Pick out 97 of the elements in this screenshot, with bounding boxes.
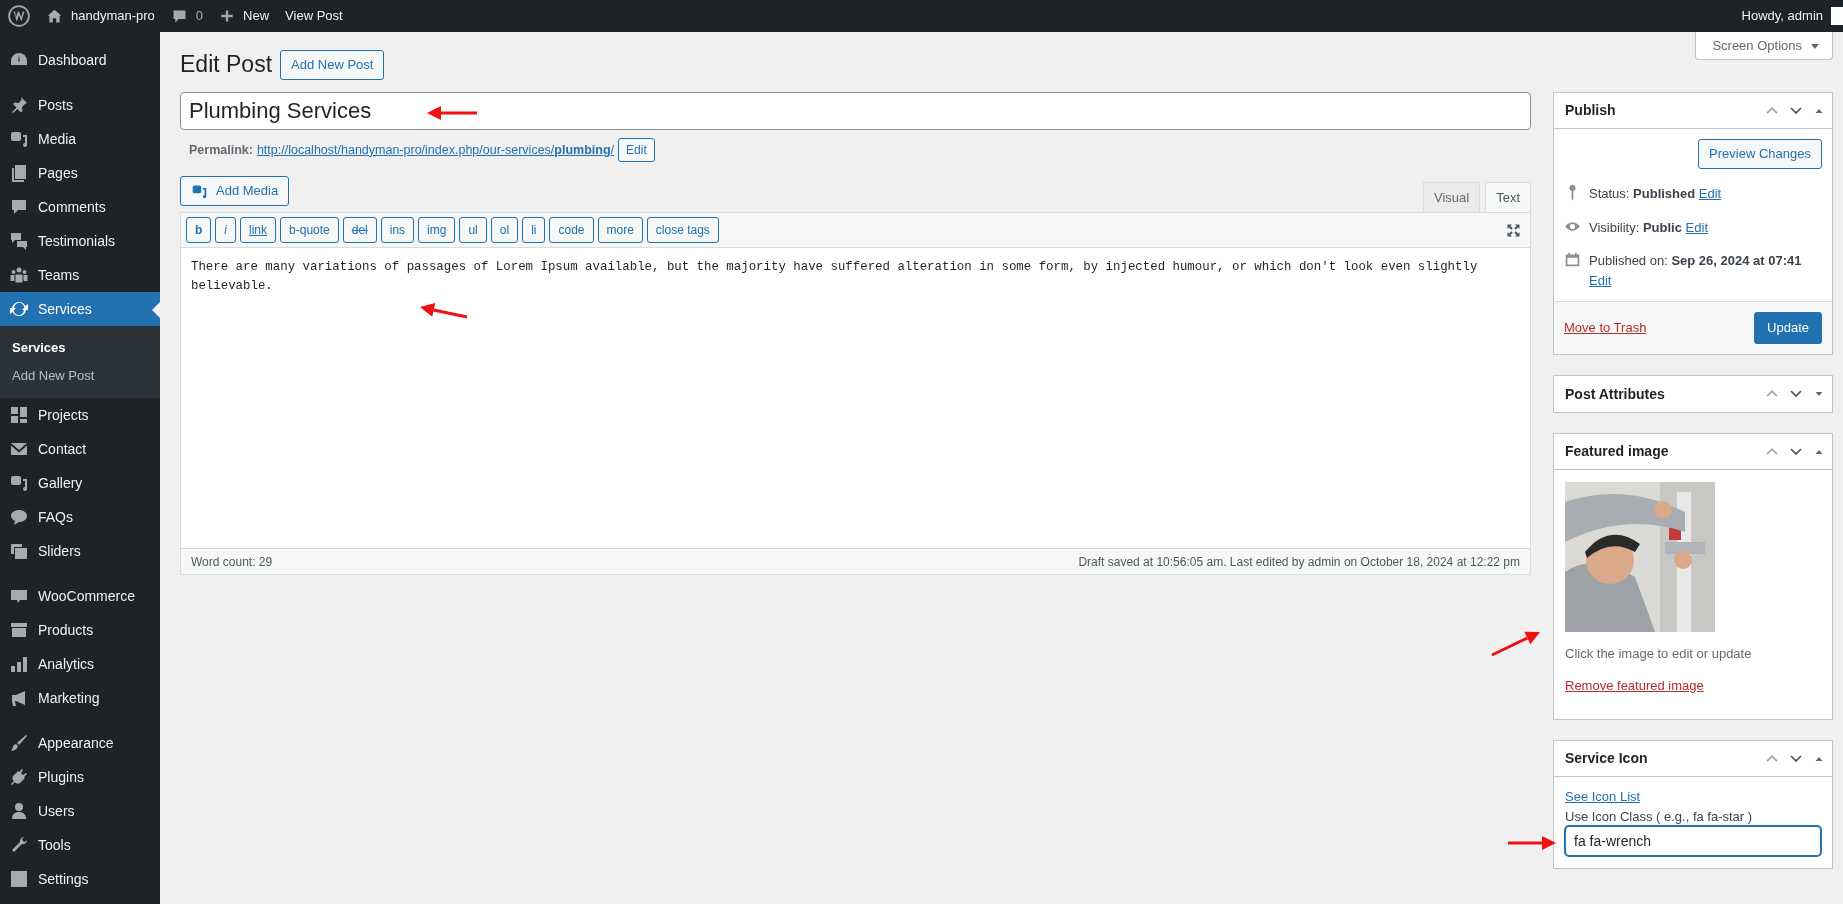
menu-item[interactable]: Settings: [0, 862, 160, 896]
home-icon: [46, 7, 63, 25]
menu-item[interactable]: Plugins: [0, 760, 160, 794]
publish-detail: Status: Published: [1589, 186, 1696, 201]
pages-icon: [9, 163, 29, 183]
menu-item[interactable]: Appearance: [0, 726, 160, 760]
word-count: Word count: 29: [191, 553, 273, 571]
menu-item[interactable]: Pages: [0, 156, 160, 190]
format-button[interactable]: more: [597, 217, 643, 243]
menu-item[interactable]: Gallery: [0, 466, 160, 500]
comment-count: 0: [195, 7, 204, 26]
box-title: Featured image: [1565, 442, 1669, 461]
annotation-arrow: [1491, 631, 1540, 657]
comment-icon: [9, 197, 29, 217]
menu-item[interactable]: Users: [0, 794, 160, 828]
edit-link[interactable]: Edit: [1685, 219, 1708, 235]
menu-item[interactable]: Analytics: [0, 647, 160, 681]
submenu-item[interactable]: Add New Post: [0, 362, 160, 390]
menu-item[interactable]: Services: [0, 292, 160, 326]
menu-item[interactable]: Posts: [0, 88, 160, 122]
site-name-link[interactable]: handyman-pro: [71, 6, 155, 26]
box-title: Publish: [1565, 101, 1616, 120]
media-icon: [9, 473, 29, 493]
grid-icon: [9, 405, 29, 425]
format-button[interactable]: li: [522, 217, 546, 243]
screen-options-button[interactable]: Screen Options: [1695, 32, 1833, 60]
menu-item[interactable]: Dashboard: [0, 43, 160, 77]
title-field[interactable]: Plumbing Services: [180, 92, 1531, 130]
icon-class-label: Use Icon Class ( e.g., fa fa-star ): [1565, 807, 1754, 826]
image-hint: Click the image to edit or update: [1565, 645, 1753, 663]
menu-item[interactable]: Projects: [0, 398, 160, 432]
menu-item[interactable]: Comments: [0, 190, 160, 224]
chat-icon: [9, 507, 29, 527]
speech-bubbles-icon: [9, 231, 29, 251]
calendar-icon: [1564, 251, 1581, 268]
menu-item[interactable]: Tools: [0, 828, 160, 862]
format-button[interactable]: code: [549, 217, 594, 243]
menu-item[interactable]: Testimonials: [0, 224, 160, 258]
icon-list-link[interactable]: See Icon List: [1565, 787, 1641, 807]
format-button[interactable]: ins: [380, 217, 415, 243]
annotation-arrow: [427, 106, 477, 120]
settings-icon: [9, 869, 29, 889]
icon-class-field[interactable]: fa fa-wrench: [1565, 826, 1821, 856]
brush-icon: [9, 733, 29, 753]
menu-item[interactable]: Media: [0, 122, 160, 156]
edit-link[interactable]: Edit: [1589, 272, 1612, 288]
editor-tab[interactable]: Text: [1485, 182, 1531, 212]
preview-changes-button[interactable]: Preview Changes: [1698, 139, 1822, 169]
format-button[interactable]: close tags: [646, 217, 719, 243]
format-button[interactable]: img: [418, 217, 456, 243]
page-title: Edit Post: [180, 51, 273, 79]
menu-item[interactable]: Contact: [0, 432, 160, 466]
edit-permalink-button[interactable]: Edit: [618, 138, 655, 162]
annotation-arrow: [1508, 836, 1556, 850]
publish-detail: Visibility: Public: [1589, 219, 1682, 235]
add-new-post-button[interactable]: Add New Post: [280, 50, 385, 80]
menu-item[interactable]: Teams: [0, 258, 160, 292]
slides-icon: [9, 541, 29, 561]
user-icon: [9, 801, 29, 821]
update-button[interactable]: Update: [1754, 312, 1822, 344]
fullscreen-icon[interactable]: [1506, 222, 1521, 238]
move-to-trash-link[interactable]: Move to Trash: [1564, 318, 1647, 338]
refresh-icon: [9, 299, 29, 319]
annotation-arrow: [420, 303, 468, 319]
plus-icon[interactable]: [219, 8, 236, 24]
editor-tab[interactable]: Visual: [1422, 182, 1481, 212]
edit-link[interactable]: Edit: [1698, 186, 1722, 201]
archive-icon: [9, 620, 29, 640]
media-icon: [9, 129, 29, 149]
box-title: Service Icon: [1565, 749, 1648, 768]
add-media-button[interactable]: Add Media: [180, 176, 290, 206]
bar-chart-icon: [9, 654, 29, 674]
publish-detail: Published on: Sep 26, 2024 at 07:41: [1589, 253, 1802, 268]
new-link[interactable]: New: [243, 6, 270, 26]
menu-item[interactable]: WooCommerce: [0, 579, 160, 613]
permalink-link[interactable]: http://localhost/handyman-pro/index.php/our-services/plumbing/: [256, 140, 615, 160]
permalink-label: Permalink:: [189, 141, 253, 159]
format-button[interactable]: b: [186, 217, 212, 243]
draft-status: Draft saved at 10:56:05 am. Last edited by admin on October 18, 2024 at 12:22 pm: [1078, 553, 1520, 571]
menu-item[interactable]: Sliders: [0, 534, 160, 568]
format-button[interactable]: ul: [459, 217, 487, 243]
menu-item[interactable]: Products: [0, 613, 160, 647]
format-button[interactable]: ol: [490, 217, 519, 243]
people-icon: [9, 265, 29, 285]
menu-item[interactable]: FAQs: [0, 500, 160, 534]
greeting-link[interactable]: Howdy, admin: [1741, 6, 1823, 26]
remove-featured-image-link[interactable]: Remove featured image: [1565, 675, 1704, 695]
format-button[interactable]: b-quote: [280, 217, 339, 243]
menu-item[interactable]: Marketing: [0, 681, 160, 715]
format-button[interactable]: del: [342, 217, 377, 243]
box-title: Post Attributes: [1565, 384, 1665, 404]
submenu-item[interactable]: Services: [0, 334, 160, 362]
plug-icon: [9, 767, 29, 787]
format-button[interactable]: link: [240, 217, 277, 243]
view-post-link[interactable]: View Post: [285, 6, 343, 26]
format-button[interactable]: i: [215, 217, 236, 243]
wordpress-logo-icon[interactable]: [8, 5, 30, 27]
